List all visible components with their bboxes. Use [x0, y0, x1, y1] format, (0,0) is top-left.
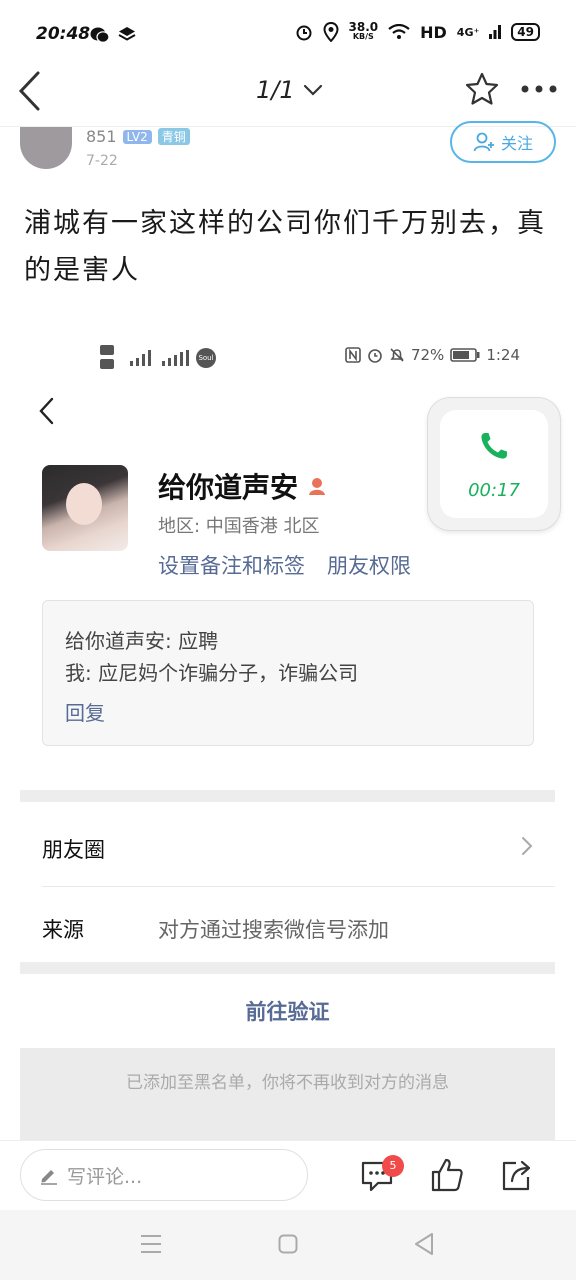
signal-label: 4G⁺ — [456, 25, 480, 39]
screenshot-indicators: 72% 1:24 — [345, 346, 520, 364]
profile-name-row: 给你道声安 — [158, 466, 328, 506]
more-button[interactable] — [520, 84, 558, 94]
message-line: 我: 应尼妈个诈骗分子，诈骗公司 — [65, 661, 359, 685]
chevron-right-icon — [521, 836, 533, 856]
back-triangle-icon[interactable] — [414, 1232, 434, 1256]
star-icon — [465, 72, 499, 105]
wechat-icon — [90, 26, 110, 44]
call-duration: 00:17 — [468, 480, 520, 501]
layers-icon — [118, 26, 136, 44]
chevron-down-icon — [303, 84, 322, 96]
verification-message-box: 给你道声安: 应聘 我: 应尼妈个诈骗分子，诈骗公司 回复 — [42, 600, 534, 746]
alarm-icon — [368, 349, 382, 363]
back-arrow-icon — [39, 397, 54, 425]
add-user-icon — [473, 132, 494, 152]
screenshot-battery-pct: 72% — [410, 346, 445, 364]
signal-bars-icon — [130, 350, 151, 366]
location-icon — [323, 22, 339, 42]
avatar[interactable] — [20, 127, 72, 169]
profile-name: 给你道声安 — [158, 471, 299, 504]
back-button[interactable] — [16, 70, 44, 112]
nfc-icon — [345, 347, 361, 363]
menu-icon[interactable] — [140, 1234, 162, 1254]
source-label: 来源 — [42, 918, 84, 942]
back-arrow-icon — [18, 71, 40, 111]
comment-placeholder: 写评论... — [67, 1165, 143, 1188]
status-indicators: 38.0 KB/S HD 4G⁺ 49 — [295, 20, 540, 42]
post-date: 7-22 — [86, 153, 118, 169]
page-indicator: 1/1 — [256, 76, 295, 104]
set-notes-link[interactable]: 设置备注和标签 — [158, 550, 305, 580]
screenshot-status-bar: Soul 72% 1:24 — [100, 342, 520, 372]
more-dots-icon — [521, 85, 557, 93]
post-header: 851 LV2 青铜 7-22 关注 — [0, 121, 576, 187]
favorite-button[interactable] — [464, 72, 500, 106]
battery-indicator: 49 — [511, 23, 540, 41]
follow-label: 关注 — [500, 134, 533, 153]
username[interactable]: 851 — [86, 127, 117, 146]
signal-icon — [489, 25, 502, 39]
blacklist-text: 已添加至黑名单，你将不再收到对方的消息 — [126, 1073, 449, 1093]
comment-bar: 写评论... 5 — [0, 1140, 576, 1211]
soul-app-icon: Soul — [196, 348, 216, 368]
level-badge: LV2 — [122, 129, 152, 144]
section-divider — [20, 790, 555, 802]
comment-count-badge: 5 — [382, 1155, 404, 1177]
profile-face — [66, 483, 102, 525]
pencil-icon — [41, 1170, 57, 1185]
friend-permission-link[interactable]: 朋友权限 — [327, 550, 411, 580]
mute-bell-icon — [390, 348, 404, 362]
net-speed: 38.0 KB/S — [348, 20, 379, 41]
top-nav: 1/1 — [0, 62, 576, 124]
wifi-icon — [388, 24, 410, 40]
section-divider — [20, 962, 555, 974]
screenshot-back-button[interactable] — [38, 396, 56, 426]
follow-button[interactable]: 关注 — [450, 121, 556, 163]
like-button[interactable] — [430, 1157, 464, 1193]
phone-icon — [478, 430, 510, 462]
screenshot-signals: Soul — [100, 344, 216, 372]
message-line: 给你道声安: 应聘 — [65, 629, 219, 653]
hd-indicator: HD — [420, 22, 447, 42]
source-value: 对方通过搜索微信号添加 — [158, 918, 389, 942]
call-window-inner: 00:17 — [440, 410, 548, 518]
screenshot-time: 1:24 — [486, 346, 520, 364]
profile-links: 设置备注和标签 朋友权限 — [158, 550, 411, 580]
moments-row[interactable]: 朋友圈 — [20, 806, 555, 884]
alarm-icon — [295, 23, 313, 41]
post-body: 浦城有一家这样的公司你们千万别去，真的是害人 — [24, 208, 546, 286]
profile-photo[interactable] — [42, 465, 128, 551]
female-gender-icon — [309, 478, 326, 495]
poster-info: 851 LV2 青铜 — [86, 127, 190, 146]
battery-icon — [450, 348, 480, 362]
share-button[interactable] — [500, 1157, 534, 1193]
home-icon[interactable] — [278, 1234, 298, 1254]
call-floating-window[interactable]: 00:17 — [428, 398, 560, 530]
comment-input[interactable]: 写评论... — [20, 1149, 308, 1201]
blacklist-notice: 已添加至黑名单，你将不再收到对方的消息 — [20, 1048, 555, 1140]
hd-signal-icon — [100, 345, 114, 369]
rank-badge: 青铜 — [157, 128, 190, 145]
page-selector[interactable]: 1/1 — [256, 76, 323, 104]
go-verify-button[interactable]: 前往验证 — [20, 996, 555, 1026]
row-divider — [42, 886, 555, 887]
signal-bars-icon — [162, 350, 189, 366]
profile-region: 地区: 中国香港 北区 — [158, 516, 320, 537]
status-bar: 20:48 38.0 KB/S HD 4G⁺ 49 — [0, 0, 576, 70]
reply-link[interactable]: 回复 — [65, 697, 105, 726]
system-nav-bar — [0, 1210, 576, 1280]
share-icon — [502, 1160, 531, 1191]
status-time: 20:48 — [36, 24, 91, 44]
thumbs-up-icon — [431, 1158, 463, 1192]
moments-label: 朋友圈 — [42, 838, 105, 862]
